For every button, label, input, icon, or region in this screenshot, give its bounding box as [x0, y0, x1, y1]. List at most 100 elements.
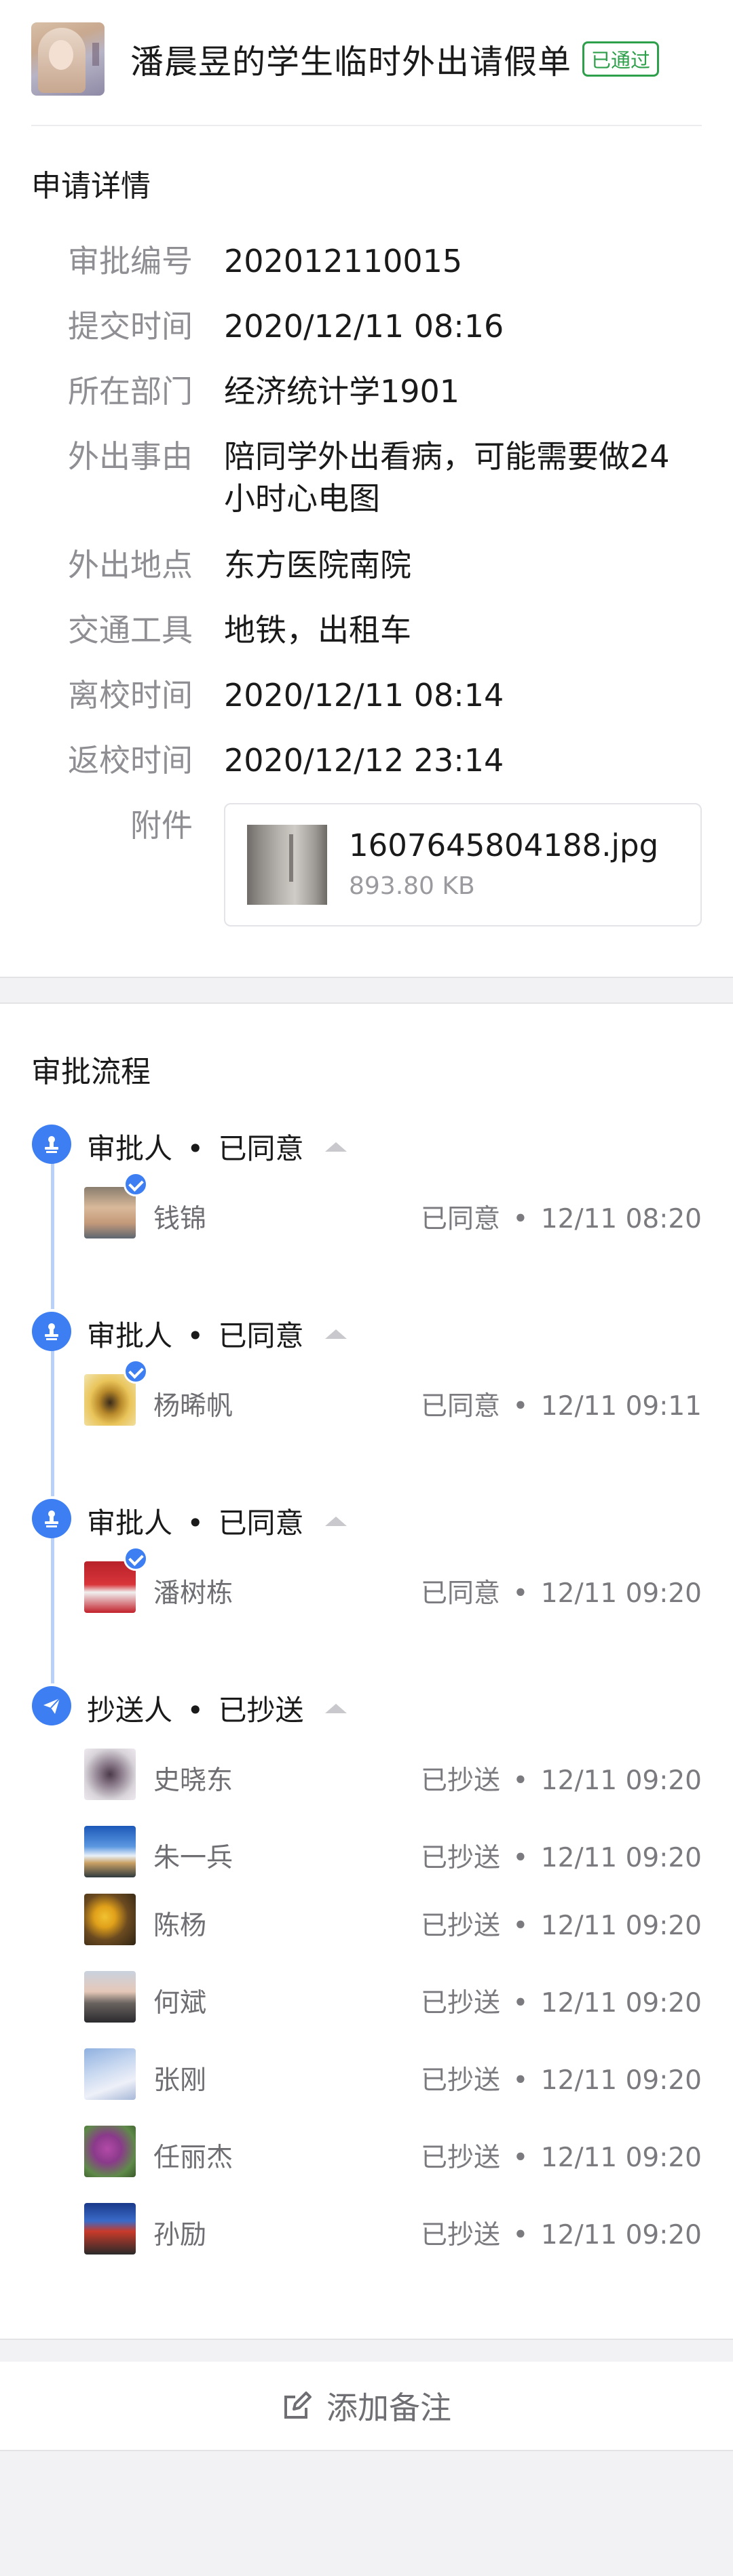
attachment-file-name: 1607645804188.jpg — [349, 827, 659, 863]
step-header[interactable]: 审批人 • 已同意 — [87, 1126, 347, 1167]
detail-label: 返校时间 — [68, 742, 193, 779]
stamp-icon — [32, 1125, 71, 1164]
detail-value: 2020/12/12 23:14 — [224, 742, 504, 779]
detail-value: 2020/12/11 08:16 — [224, 308, 504, 345]
step-header[interactable]: 审批人 • 已同意 — [87, 1313, 347, 1354]
page-title: 潘晨昱的学生临时外出请假单 — [130, 42, 572, 81]
separator: • — [187, 1506, 204, 1540]
step-status: 已抄送 — [218, 1694, 304, 1727]
person-status: 已同意 • 12/11 09:20 — [420, 1578, 702, 1609]
person-name: 潘树栋 — [153, 1578, 233, 1609]
approved-check-icon — [124, 1359, 148, 1384]
step-role: 审批人 — [87, 1506, 173, 1540]
avatar — [84, 1187, 136, 1238]
detail-label: 交通工具 — [68, 612, 193, 648]
avatar — [84, 2048, 136, 2100]
attachment-file[interactable]: 1607645804188.jpg 893.80 KB — [224, 803, 702, 926]
timeline-line — [51, 1348, 54, 1496]
paper-plane-icon — [32, 1686, 71, 1725]
avatar — [84, 1561, 136, 1613]
edit-icon — [284, 2392, 312, 2419]
person-status: 已抄送 • 12/11 09:20 — [420, 1765, 702, 1796]
detail-row-leave-time: 离校时间 2020/12/11 08:14 — [31, 674, 702, 716]
detail-row-submit-time: 提交时间 2020/12/11 08:16 — [31, 305, 702, 347]
avatar — [84, 2126, 136, 2177]
collapse-caret-icon[interactable] — [324, 1703, 347, 1713]
person-status: 已抄送 • 12/11 09:20 — [420, 1843, 702, 1873]
avatar — [84, 1894, 136, 1945]
attachment-file-size: 893.80 KB — [349, 872, 475, 900]
detail-value: 202012110015 — [224, 243, 463, 279]
collapse-caret-icon[interactable] — [324, 1516, 347, 1526]
person-name: 陈杨 — [153, 1911, 207, 1941]
timeline-line — [51, 1536, 54, 1683]
approval-flow-card: 审批流程 审批人 • 已同意 钱锦 已同意 • 12/11 08:20 审批人 … — [0, 1002, 733, 2340]
step-role: 审批人 — [87, 1132, 173, 1165]
add-note-button[interactable]: 添加备注 — [0, 2362, 733, 2451]
person-status: 已抄送 • 12/11 09:20 — [420, 1988, 702, 2018]
detail-label: 提交时间 — [68, 308, 193, 345]
avatar — [84, 1749, 136, 1800]
status-badge: 已通过 — [582, 41, 660, 77]
detail-label: 外出地点 — [68, 547, 193, 583]
person-name: 任丽杰 — [153, 2143, 233, 2173]
flow-section-title: 审批流程 — [31, 1055, 151, 1089]
detail-label: 离校时间 — [68, 677, 193, 714]
step-status: 已同意 — [218, 1506, 304, 1540]
person-status: 已抄送 • 12/11 09:20 — [420, 2143, 702, 2173]
separator: • — [187, 1319, 204, 1352]
person-status: 已同意 • 12/11 09:11 — [420, 1391, 702, 1422]
request-header: 潘晨昱的学生临时外出请假单 已通过 — [31, 22, 702, 96]
detail-row-approval-number: 审批编号 202012110015 — [31, 240, 702, 282]
timeline-line — [51, 1161, 54, 1309]
detail-row-reason: 外出事由 陪同学外出看病，可能需要做24小时心电图 — [31, 435, 702, 520]
person-status: 已抄送 • 12/11 09:20 — [420, 1911, 702, 1941]
approved-check-icon — [124, 1546, 148, 1571]
step-status: 已同意 — [218, 1319, 304, 1352]
stamp-icon — [32, 1312, 71, 1351]
person-name: 朱一兵 — [153, 1843, 233, 1873]
person-name: 杨晞帆 — [153, 1391, 233, 1422]
avatar — [84, 2203, 136, 2255]
detail-row-transport: 交通工具 地铁，出租车 — [31, 609, 702, 651]
avatar — [84, 1971, 136, 2023]
person-status: 已同意 • 12/11 08:20 — [420, 1204, 702, 1234]
separator: • — [187, 1694, 204, 1727]
detail-label: 所在部门 — [68, 373, 193, 410]
detail-label: 外出事由 — [68, 438, 193, 475]
person-name: 何斌 — [153, 1988, 207, 2018]
person-name: 张刚 — [153, 2065, 207, 2096]
avatar — [84, 1826, 136, 1877]
applicant-avatar — [31, 22, 105, 96]
step-header[interactable]: 审批人 • 已同意 — [87, 1500, 347, 1542]
detail-value: 东方医院南院 — [224, 547, 411, 583]
person-name: 孙励 — [153, 2220, 207, 2250]
detail-value: 陪同学外出看病，可能需要做24小时心电图 — [224, 438, 670, 517]
detail-label: 审批编号 — [68, 243, 193, 279]
detail-row-return-time: 返校时间 2020/12/12 23:14 — [31, 739, 702, 781]
collapse-caret-icon[interactable] — [324, 1141, 347, 1152]
person-status: 已抄送 • 12/11 09:20 — [420, 2065, 702, 2096]
person-name: 钱锦 — [153, 1204, 207, 1234]
step-role: 抄送人 — [87, 1694, 173, 1727]
separator: • — [187, 1132, 204, 1165]
detail-row-department: 所在部门 经济统计学1901 — [31, 370, 702, 412]
stamp-icon — [32, 1499, 71, 1538]
collapse-caret-icon[interactable] — [324, 1329, 347, 1339]
divider — [31, 125, 702, 126]
details-section-title: 申请详情 — [31, 169, 151, 203]
avatar — [84, 1374, 136, 1426]
detail-row-destination: 外出地点 东方医院南院 — [31, 544, 702, 586]
step-header[interactable]: 抄送人 • 已抄送 — [87, 1687, 347, 1729]
detail-label: 附件 — [130, 807, 193, 844]
step-role: 审批人 — [87, 1319, 173, 1352]
detail-value: 2020/12/11 08:14 — [224, 677, 504, 714]
approved-check-icon — [124, 1172, 148, 1196]
attachment-thumbnail — [247, 825, 327, 905]
person-name: 史晓东 — [153, 1765, 233, 1796]
step-status: 已同意 — [218, 1132, 304, 1165]
detail-value: 经济统计学1901 — [224, 373, 460, 410]
detail-value: 地铁，出租车 — [224, 612, 411, 648]
request-detail-card: 潘晨昱的学生临时外出请假单 已通过 申请详情 审批编号 202012110015… — [0, 0, 733, 978]
person-status: 已抄送 • 12/11 09:20 — [420, 2220, 702, 2250]
